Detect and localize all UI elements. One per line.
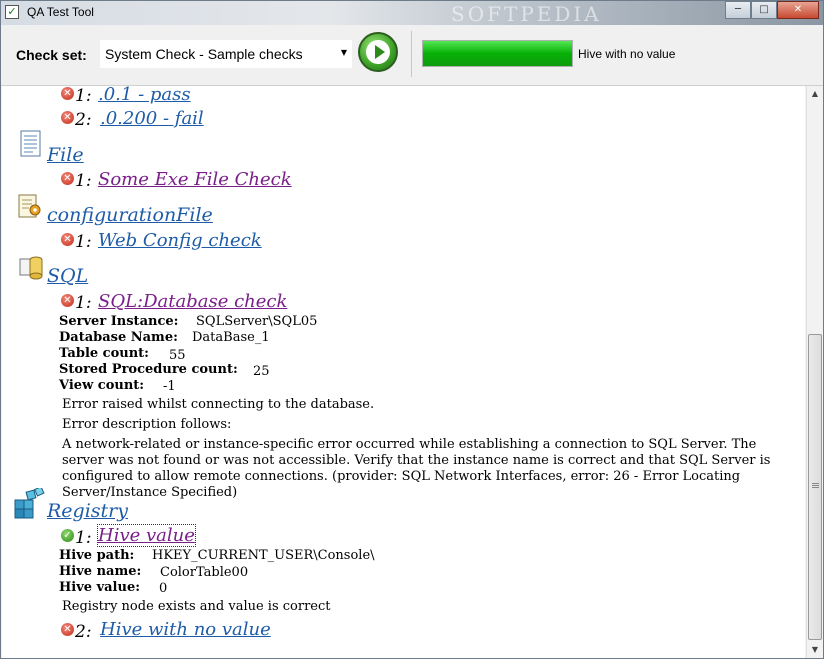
watermark-logo: SOFTPEDIA <box>451 2 602 26</box>
check-link[interactable]: SQL:Database check <box>98 291 287 312</box>
result-message: Registry node exists and value is correc… <box>62 599 331 614</box>
run-button[interactable] <box>358 32 398 72</box>
app-checkmark-icon: ✓ <box>5 5 19 19</box>
detail-label: Table count: <box>59 346 149 361</box>
detail-label: Hive value: <box>59 580 141 595</box>
detail-label: Server Instance: <box>59 314 179 329</box>
check-link[interactable]: Hive value <box>97 524 196 547</box>
window-controls: ─ □ ✕ <box>725 1 819 19</box>
window-title: QA Test Tool <box>27 5 94 19</box>
progress-fill <box>423 41 572 66</box>
minimize-button[interactable]: ─ <box>725 1 751 19</box>
category-link-file[interactable]: File <box>47 144 84 166</box>
pass-icon: ✓ <box>61 529 74 542</box>
detail-label: Hive path: <box>59 548 135 563</box>
close-button[interactable]: ✕ <box>777 1 819 19</box>
check-number: 1: <box>75 293 92 313</box>
check-set-dropdown[interactable]: System Check - Sample checks ▼ <box>100 40 352 68</box>
scrollbar-thumb[interactable] <box>808 334 822 640</box>
config-file-icon <box>18 194 41 218</box>
check-link[interactable]: .0.1 - pass <box>98 86 191 105</box>
title-bar[interactable]: ✓ QA Test Tool SOFTPEDIA ─ □ ✕ <box>1 1 823 26</box>
detail-label: Hive name: <box>59 564 142 579</box>
play-icon <box>366 40 390 64</box>
check-link[interactable]: .0.200 - fail <box>100 108 204 129</box>
scroll-up-arrow[interactable]: ▲ <box>807 86 823 102</box>
results-pane[interactable]: ✕ 1: .0.1 - pass ✕ 2: .0.200 - fail File… <box>2 86 805 658</box>
check-set-label: Check set: <box>16 47 87 63</box>
detail-label: Stored Procedure count: <box>59 362 238 377</box>
category-link-configurationfile[interactable]: configurationFile <box>47 204 213 226</box>
fail-icon: ✕ <box>61 111 74 124</box>
detail-value: HKEY_CURRENT_USER\Console\ <box>152 548 375 563</box>
error-description: A network-related or instance-specific e… <box>62 437 771 500</box>
detail-value: 25 <box>253 364 270 379</box>
vertical-scrollbar[interactable]: ▲ ▼ <box>806 86 823 658</box>
detail-value: 55 <box>169 348 186 363</box>
check-number: 2: <box>75 110 92 130</box>
detail-label: Database Name: <box>59 330 178 345</box>
check-link[interactable]: Web Config check <box>98 230 262 251</box>
category-link-sql[interactable]: SQL <box>47 265 88 287</box>
toolbar: Check set: System Check - Sample checks … <box>1 25 823 86</box>
registry-icon <box>14 488 45 519</box>
detail-value: SQLServer\SQL05 <box>196 314 318 329</box>
database-icon <box>19 256 43 280</box>
document-icon <box>20 130 41 157</box>
scroll-down-arrow[interactable]: ▼ <box>807 642 823 658</box>
fail-icon: ✕ <box>61 233 74 246</box>
check-number: 2: <box>75 622 92 642</box>
check-link[interactable]: Hive with no value <box>100 619 271 640</box>
detail-value: 0 <box>159 581 168 596</box>
grip-icon <box>812 483 819 484</box>
check-number: 1: <box>75 171 92 191</box>
check-number: 1: <box>75 86 92 106</box>
chevron-down-icon[interactable]: ▼ <box>341 48 347 57</box>
fail-icon: ✕ <box>61 87 74 100</box>
status-text: Hive with no value <box>578 47 676 61</box>
fail-icon: ✕ <box>61 623 74 636</box>
check-set-value: System Check - Sample checks <box>105 46 303 62</box>
category-link-registry[interactable]: Registry <box>47 500 128 522</box>
fail-icon: ✕ <box>61 172 74 185</box>
error-message: Error raised whilst connecting to the da… <box>62 397 375 412</box>
app-window: ✓ QA Test Tool SOFTPEDIA ─ □ ✕ Check set… <box>0 0 824 659</box>
error-description-heading: Error description follows: <box>62 417 232 432</box>
detail-value: -1 <box>163 379 176 394</box>
check-number: 1: <box>75 232 92 252</box>
detail-label: View count: <box>59 378 145 393</box>
progress-bar <box>422 40 573 67</box>
fail-icon: ✕ <box>61 294 74 307</box>
check-number: 1: <box>75 528 92 548</box>
check-link[interactable]: Some Exe File Check <box>98 169 292 190</box>
maximize-button[interactable]: □ <box>751 1 777 19</box>
detail-value: DataBase_1 <box>192 330 270 345</box>
detail-value: ColorTable00 <box>160 565 249 580</box>
toolbar-separator <box>411 31 412 77</box>
